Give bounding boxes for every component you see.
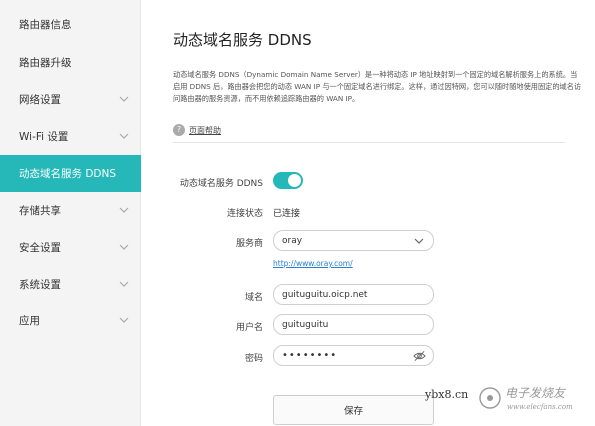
username-input[interactable]: guituguitu <box>273 314 434 335</box>
ddns-toggle[interactable] <box>273 172 303 189</box>
chevron-down-icon <box>119 281 129 287</box>
sidebar-item-security-settings[interactable]: 安全设置 <box>0 229 141 266</box>
provider-label: 服务商 <box>235 239 263 249</box>
provider-link[interactable]: http://www.oray.com/ <box>273 259 353 268</box>
sidebar-item-storage-sharing[interactable]: 存储共享 <box>0 192 141 229</box>
sidebar-item-router-upgrade[interactable]: 路由器升级 <box>0 44 141 81</box>
status-label: 连接状态 <box>226 209 263 219</box>
divider <box>173 142 565 143</box>
question-circle-icon: ? <box>173 124 185 136</box>
username-label: 用户名 <box>235 323 263 333</box>
sidebar-item-label: Wi-Fi 设置 <box>19 131 69 143</box>
sidebar-item-label: 应用 <box>19 315 40 327</box>
sidebar-item-apps[interactable]: 应用 <box>0 302 141 339</box>
provider-select[interactable]: oray <box>273 230 434 251</box>
password-label: 密码 <box>244 354 263 364</box>
sidebar-item-router-info[interactable]: 路由器信息 <box>0 6 141 43</box>
watermark-brand: 电子发烧友 <box>505 386 566 400</box>
help-row: ? 页面帮助 <box>173 124 221 136</box>
chevron-down-icon <box>119 317 129 323</box>
sidebar-item-system-settings[interactable]: 系统设置 <box>0 266 141 303</box>
chevron-down-icon <box>119 133 129 139</box>
main-content: 动态域名服务 DDNS 动态域名服务 DDNS（Dynamic Domain N… <box>141 0 595 426</box>
page-title: 动态域名服务 DDNS <box>173 31 312 49</box>
sidebar-item-label: 动态域名服务 DDNS <box>19 168 117 180</box>
eye-toggle-icon[interactable] <box>413 350 426 362</box>
sidebar-item-label: 路由器升级 <box>19 57 72 69</box>
elecfans-logo-icon <box>479 387 501 409</box>
username-input-value: guituguitu <box>282 319 329 330</box>
watermark-url: www.elecfans.com <box>507 403 573 411</box>
sidebar: 路由器信息 路由器升级 网络设置 Wi-Fi 设置 动态域名服务 DDNS 存储… <box>0 0 141 426</box>
toggle-knob <box>288 174 301 187</box>
status-value: 已连接 <box>273 209 301 219</box>
sidebar-item-ddns[interactable]: 动态域名服务 DDNS <box>0 155 141 192</box>
domain-label: 域名 <box>244 293 263 303</box>
watermark-left: ybx8.cn <box>425 388 469 401</box>
ddns-toggle-label: 动态域名服务 DDNS <box>179 179 263 189</box>
page-description: 动态域名服务 DDNS（Dynamic Domain Name Server）是… <box>173 70 582 103</box>
chevron-down-icon <box>119 244 129 250</box>
password-input[interactable]: •••••••• <box>273 345 434 366</box>
chevron-down-icon <box>119 96 129 102</box>
sidebar-item-label: 网络设置 <box>19 94 61 106</box>
page-help-link[interactable]: 页面帮助 <box>189 125 221 136</box>
password-input-value: •••••••• <box>282 350 338 361</box>
sidebar-item-wifi-settings[interactable]: Wi-Fi 设置 <box>0 118 141 155</box>
sidebar-item-label: 安全设置 <box>19 242 61 254</box>
save-button[interactable]: 保存 <box>273 395 434 425</box>
domain-input[interactable]: guituguitu.oicp.net <box>273 284 434 305</box>
watermark-logo: 电子发烧友 www.elecfans.com <box>475 380 593 424</box>
chevron-down-icon <box>119 207 129 213</box>
sidebar-item-network-settings[interactable]: 网络设置 <box>0 81 141 118</box>
provider-selected-value: oray <box>282 235 303 246</box>
chevron-down-icon <box>414 238 424 244</box>
sidebar-item-label: 系统设置 <box>19 279 61 291</box>
sidebar-item-label: 存储共享 <box>19 205 61 217</box>
sidebar-item-label: 路由器信息 <box>19 19 72 31</box>
domain-input-value: guituguitu.oicp.net <box>282 289 368 300</box>
